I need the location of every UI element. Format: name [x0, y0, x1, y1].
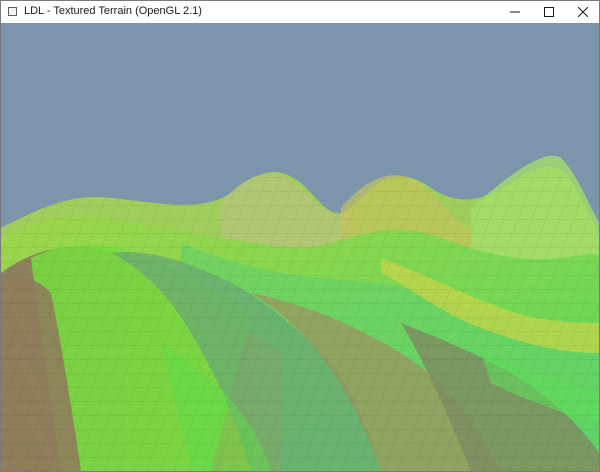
opengl-viewport[interactable] — [1, 23, 599, 471]
app-icon — [8, 7, 17, 16]
maximize-icon — [544, 7, 554, 17]
close-icon — [578, 7, 588, 17]
window-title: LDL - Textured Terrain (OpenGL 2.1) — [24, 5, 202, 17]
minimize-icon — [510, 11, 520, 13]
close-button[interactable] — [566, 1, 599, 23]
title-bar[interactable]: LDL - Textured Terrain (OpenGL 2.1) — [1, 1, 599, 23]
app-window: LDL - Textured Terrain (OpenGL 2.1) — [0, 0, 600, 472]
maximize-button[interactable] — [532, 1, 566, 23]
terrain-render — [1, 23, 599, 471]
minimize-button[interactable] — [498, 1, 532, 23]
